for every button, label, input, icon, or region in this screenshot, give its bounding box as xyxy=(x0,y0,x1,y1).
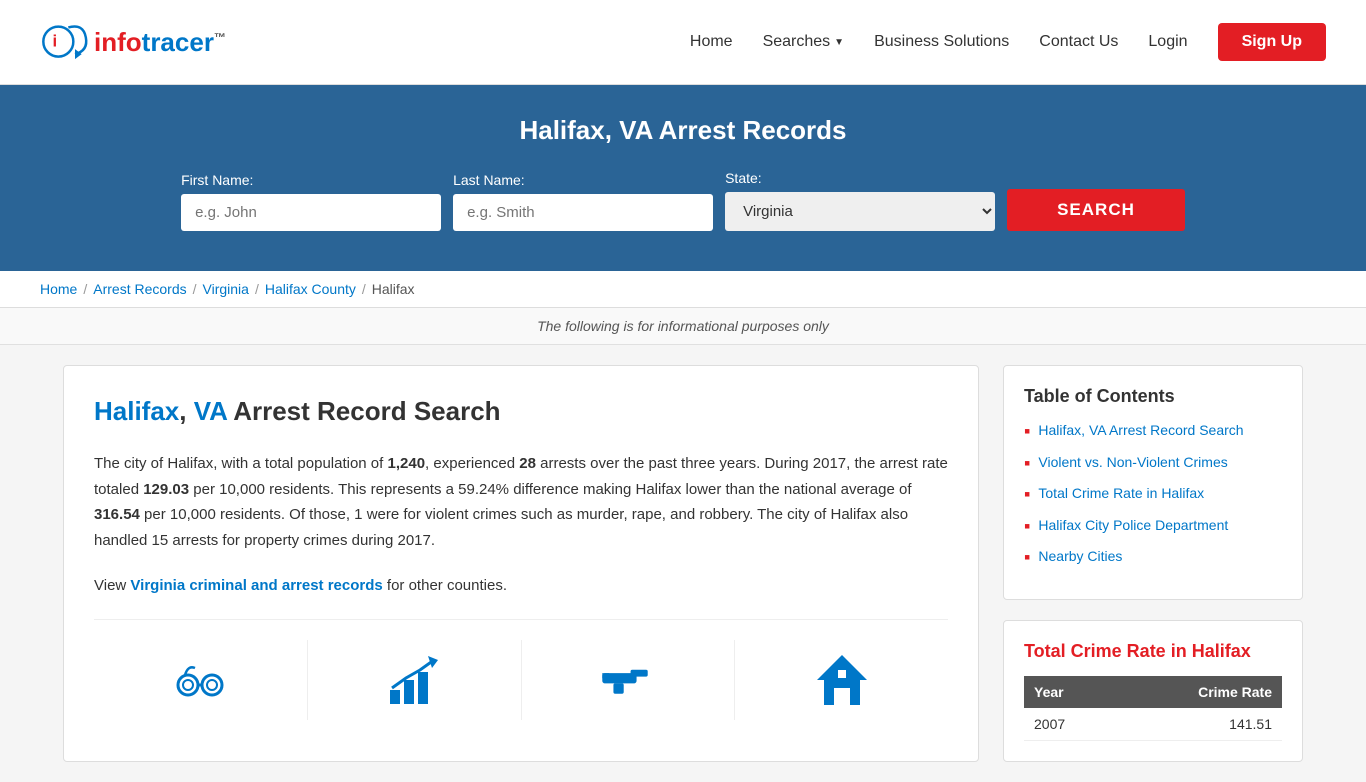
table-row: 2007 141.51 xyxy=(1024,708,1282,741)
breadcrumb-halifax-county[interactable]: Halifax County xyxy=(265,281,356,297)
nav-searches[interactable]: Searches ▼ xyxy=(763,33,845,51)
last-name-input[interactable] xyxy=(453,194,713,231)
body-text-4: per 10,000 residents. This represents a … xyxy=(189,481,911,498)
breadcrumb-virginia[interactable]: Virginia xyxy=(203,281,249,297)
main-nav: Home Searches ▼ Business Solutions Conta… xyxy=(690,23,1326,61)
breadcrumb-bar: Home / Arrest Records / Virginia / Halif… xyxy=(0,271,1366,308)
info-bar: The following is for informational purpo… xyxy=(0,308,1366,345)
search-button[interactable]: SEARCH xyxy=(1007,189,1185,231)
toc-item-4: ▪ Halifax City Police Department xyxy=(1024,516,1282,538)
toc-item-5: ▪ Nearby Cities xyxy=(1024,547,1282,569)
toc-list: ▪ Halifax, VA Arrest Record Search ▪ Vio… xyxy=(1024,421,1282,569)
info-bar-text: The following is for informational purpo… xyxy=(537,318,829,334)
toc-link-3[interactable]: Total Crime Rate in Halifax xyxy=(1038,484,1204,504)
sidebar: Table of Contents ▪ Halifax, VA Arrest R… xyxy=(1003,365,1303,762)
first-name-label: First Name: xyxy=(181,172,253,188)
toc-link-5[interactable]: Nearby Cities xyxy=(1038,547,1122,567)
toc-link-4[interactable]: Halifax City Police Department xyxy=(1038,516,1228,536)
icon-violent-crimes xyxy=(522,640,736,720)
body-text-5: per 10,000 residents. Of those, 1 were f… xyxy=(94,506,908,549)
nav-home[interactable]: Home xyxy=(690,33,733,51)
article-section: Halifax, VA Arrest Record Search The cit… xyxy=(63,365,979,762)
handcuffs-icon xyxy=(170,650,230,710)
toc-item-1: ▪ Halifax, VA Arrest Record Search xyxy=(1024,421,1282,443)
title-state: VA xyxy=(194,396,227,426)
body-text-1: The city of Halifax, with a total popula… xyxy=(94,455,388,472)
article-link-suffix: for other counties. xyxy=(383,577,507,594)
breadcrumb-arrest-records[interactable]: Arrest Records xyxy=(93,281,186,297)
toc-bullet-1: ▪ xyxy=(1024,421,1030,443)
site-header: i infotracer™ Home Searches ▼ Business S… xyxy=(0,0,1366,85)
hero-title: Halifax, VA Arrest Records xyxy=(40,115,1326,146)
article-body-paragraph: The city of Halifax, with a total popula… xyxy=(94,451,948,553)
toc-bullet-5: ▪ xyxy=(1024,547,1030,569)
crime-rate-box: Total Crime Rate in Halifax Year Crime R… xyxy=(1003,620,1303,762)
login-button[interactable]: Login xyxy=(1148,33,1187,51)
breadcrumb-sep-2: / xyxy=(193,281,197,297)
title-city: Halifax xyxy=(94,396,179,426)
article-title: Halifax, VA Arrest Record Search xyxy=(94,396,948,427)
breadcrumb-halifax: Halifax xyxy=(372,281,415,297)
hero-section: Halifax, VA Arrest Records First Name: L… xyxy=(0,85,1366,271)
gun-icon xyxy=(598,650,658,710)
nav-contact-us[interactable]: Contact Us xyxy=(1039,33,1118,51)
body-national-avg: 316.54 xyxy=(94,506,140,523)
house-icon xyxy=(812,650,872,710)
icons-row xyxy=(94,619,948,720)
chevron-down-icon: ▼ xyxy=(834,37,844,48)
toc-link-1[interactable]: Halifax, VA Arrest Record Search xyxy=(1038,421,1243,441)
search-form: First Name: Last Name: State: Virginia A… xyxy=(40,170,1326,231)
svg-text:i: i xyxy=(53,32,58,51)
crime-box-title: Total Crime Rate in Halifax xyxy=(1024,641,1282,662)
last-name-label: Last Name: xyxy=(453,172,525,188)
title-rest: Arrest Record Search xyxy=(227,396,501,426)
body-arrests: 28 xyxy=(519,455,536,472)
toc-box: Table of Contents ▪ Halifax, VA Arrest R… xyxy=(1003,365,1303,600)
breadcrumb: Home / Arrest Records / Virginia / Halif… xyxy=(40,281,1326,297)
nav-business-solutions[interactable]: Business Solutions xyxy=(874,33,1009,51)
body-arrest-rate: 129.03 xyxy=(143,481,189,498)
col-year: Year xyxy=(1024,676,1115,708)
breadcrumb-home[interactable]: Home xyxy=(40,281,77,297)
breadcrumb-sep-1: / xyxy=(83,281,87,297)
chart-icon xyxy=(384,650,444,710)
breadcrumb-sep-3: / xyxy=(255,281,259,297)
state-label: State: xyxy=(725,170,762,186)
row-rate: 141.51 xyxy=(1115,708,1282,741)
title-comma: , xyxy=(179,396,193,426)
first-name-input[interactable] xyxy=(181,194,441,231)
icon-handcuffs xyxy=(94,640,308,720)
toc-bullet-4: ▪ xyxy=(1024,516,1030,538)
toc-bullet-3: ▪ xyxy=(1024,484,1030,506)
logo-icon: i xyxy=(40,17,90,67)
state-group: State: Virginia Alabama Alaska Californi… xyxy=(725,170,995,231)
toc-link-2[interactable]: Violent vs. Non-Violent Crimes xyxy=(1038,453,1227,473)
row-year: 2007 xyxy=(1024,708,1115,741)
virginia-records-link[interactable]: Virginia criminal and arrest records xyxy=(130,577,382,594)
toc-item-2: ▪ Violent vs. Non-Violent Crimes xyxy=(1024,453,1282,475)
toc-item-3: ▪ Total Crime Rate in Halifax xyxy=(1024,484,1282,506)
icon-crime-rate xyxy=(308,640,522,720)
state-select[interactable]: Virginia Alabama Alaska California Flori… xyxy=(725,192,995,231)
main-wrapper: Halifax, VA Arrest Record Search The cit… xyxy=(43,365,1323,762)
first-name-group: First Name: xyxy=(181,172,441,231)
logo[interactable]: i infotracer™ xyxy=(40,17,226,67)
body-population: 1,240 xyxy=(388,455,426,472)
signup-button[interactable]: Sign Up xyxy=(1218,23,1326,61)
last-name-group: Last Name: xyxy=(453,172,713,231)
toc-title: Table of Contents xyxy=(1024,386,1282,407)
article-body-link-paragraph: View Virginia criminal and arrest record… xyxy=(94,573,948,599)
body-text-2: , experienced xyxy=(425,455,519,472)
crime-rate-table: Year Crime Rate 2007 141.51 xyxy=(1024,676,1282,741)
breadcrumb-sep-4: / xyxy=(362,281,366,297)
col-crime-rate: Crime Rate xyxy=(1115,676,1282,708)
toc-bullet-2: ▪ xyxy=(1024,453,1030,475)
icon-property-crimes xyxy=(735,640,948,720)
